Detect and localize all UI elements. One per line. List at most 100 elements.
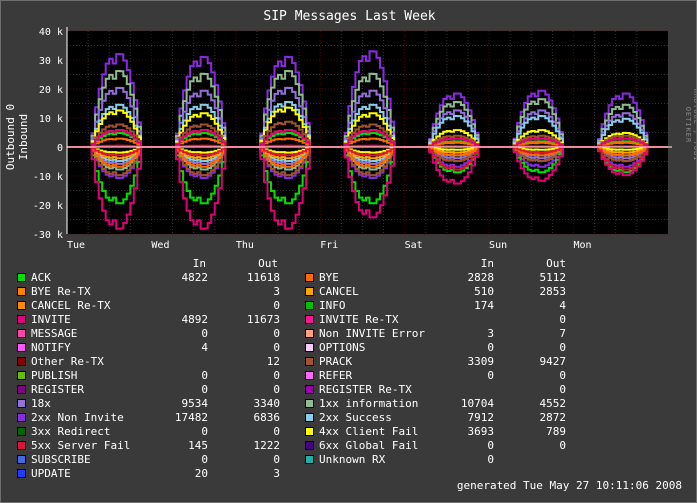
x-tick-label: Fri (320, 240, 338, 251)
legend-swatch (305, 287, 314, 296)
legend-label: BYE Re-TX (31, 285, 91, 298)
legend-swatch (305, 427, 314, 436)
y-axis-label: Outbound 0 Inbound (4, 103, 30, 171)
legend-in-value: 17482 (174, 411, 208, 424)
legend-out-value: 0 (273, 341, 280, 354)
legend-label: REFER (319, 369, 353, 382)
legend-out-value: 7 (559, 327, 566, 340)
legend-out-value: 2872 (539, 411, 567, 424)
legend-label: CANCEL (319, 285, 359, 298)
legend-out-value: 0 (559, 369, 566, 382)
x-tick-label: Wed (151, 240, 169, 251)
legend-in-value: 0 (201, 327, 208, 340)
legend-out-value: 1222 (253, 439, 281, 452)
legend-header-in: In (192, 257, 206, 270)
legend-label: Unknown RX (319, 453, 386, 466)
legend-label: MESSAGE (31, 327, 78, 340)
legend-out-value: 789 (546, 425, 566, 438)
y-tick-label: 40 k (39, 27, 63, 38)
legend-label: Non INVITE Error (319, 327, 425, 340)
legend-swatch (17, 357, 26, 366)
legend-label: PUBLISH (31, 369, 78, 382)
legend-swatch (305, 413, 314, 422)
legend-swatch (17, 455, 26, 464)
legend-label: 4xx Client Fail (319, 425, 419, 438)
legend-swatch (17, 301, 26, 310)
legend-label: 2xx Success (319, 411, 392, 424)
legend-out-value: 3 (273, 285, 280, 298)
legend-out-value: 12 (266, 355, 280, 368)
legend-label: Other Re-TX (31, 355, 104, 368)
legend-label: 18x (31, 397, 51, 410)
legend-label: 3xx Redirect (31, 425, 111, 438)
legend-out-value: 0 (559, 439, 566, 452)
y-tick-label: 30 k (39, 56, 63, 67)
legend-swatch (305, 385, 314, 394)
legend-out-value: 0 (273, 369, 280, 382)
legend-out-value: 0 (559, 383, 566, 396)
legend-swatch (17, 315, 26, 324)
legend-swatch (305, 273, 314, 282)
legend-out-value: 0 (559, 341, 566, 354)
legend-out-value: 0 (559, 313, 566, 326)
legend-swatch (17, 385, 26, 394)
legend-label: INVITE Re-TX (319, 313, 399, 326)
legend-label: INVITE (31, 313, 71, 326)
legend-label: INFO (319, 299, 346, 312)
legend-swatch (305, 301, 314, 310)
legend-out-value: 11618 (246, 271, 280, 284)
y-tick-label: 0 (57, 143, 63, 154)
legend-in-value: 145 (188, 439, 208, 452)
legend-swatch (17, 427, 26, 436)
legend-in-value: 0 (201, 425, 208, 438)
rrdtool-watermark: RRDTOOL / TOBI OETIKER (684, 88, 697, 162)
legend-in-value: 2828 (467, 271, 495, 284)
y-tick-label: 10 k (39, 114, 63, 125)
y-tick-label: -20 k (33, 201, 63, 212)
chart-title: SIP Messages Last Week (263, 9, 436, 24)
legend-out-value: 0 (273, 299, 280, 312)
legend-in-value: 0 (487, 369, 494, 382)
y-tick-label: 20 k (39, 85, 63, 96)
legend-label: REGISTER Re-TX (319, 383, 412, 396)
x-tick-label: Tue (67, 240, 85, 251)
y-tick-label: -30 k (33, 230, 63, 241)
legend-label: 6xx Global Fail (319, 439, 419, 452)
y-tick-label: -10 k (33, 172, 63, 183)
legend-in-value: 3309 (467, 355, 495, 368)
legend-label: SUBSCRIBE (31, 453, 91, 466)
legend-in-value: 0 (487, 341, 494, 354)
rrd-graph: { "chart_data": { "type": "line", "title… (0, 0, 697, 503)
legend-in-value: 0 (201, 369, 208, 382)
legend-in-value: 0 (201, 383, 208, 396)
legend-swatch (17, 371, 26, 380)
legend-out-value: 5112 (539, 271, 567, 284)
legend-out-value: 2853 (539, 285, 567, 298)
legend-in-value: 3 (487, 327, 494, 340)
legend-label: CANCEL Re-TX (31, 299, 111, 312)
legend-out-value: 11673 (246, 313, 280, 326)
legend-label: 1xx information (319, 397, 419, 410)
legend-swatch (17, 273, 26, 282)
legend-out-value: 0 (273, 453, 280, 466)
legend-label: NOTIFY (31, 341, 71, 354)
legend-swatch (17, 413, 26, 422)
legend-in-value: 9534 (181, 397, 209, 410)
legend-in-value: 4822 (181, 271, 209, 284)
legend-swatch (305, 399, 314, 408)
x-tick-label: Mon (573, 240, 591, 251)
legend-label: 5xx Server Fail (31, 439, 131, 452)
x-tick-label: Sat (405, 240, 423, 251)
legend-out-value: 3340 (253, 397, 281, 410)
legend-out-value: 0 (273, 327, 280, 340)
legend-in-value: 0 (487, 453, 494, 466)
legend-in-value: 7912 (467, 411, 495, 424)
legend-in-value: 510 (474, 285, 494, 298)
legend-swatch (17, 329, 26, 338)
legend-out-value: 4 (559, 299, 566, 312)
legend-label: REGISTER (31, 383, 84, 396)
legend-swatch (305, 371, 314, 380)
legend-header-out: Out (258, 257, 278, 270)
legend-in-value: 4892 (181, 313, 209, 326)
legend-swatch (17, 469, 26, 478)
